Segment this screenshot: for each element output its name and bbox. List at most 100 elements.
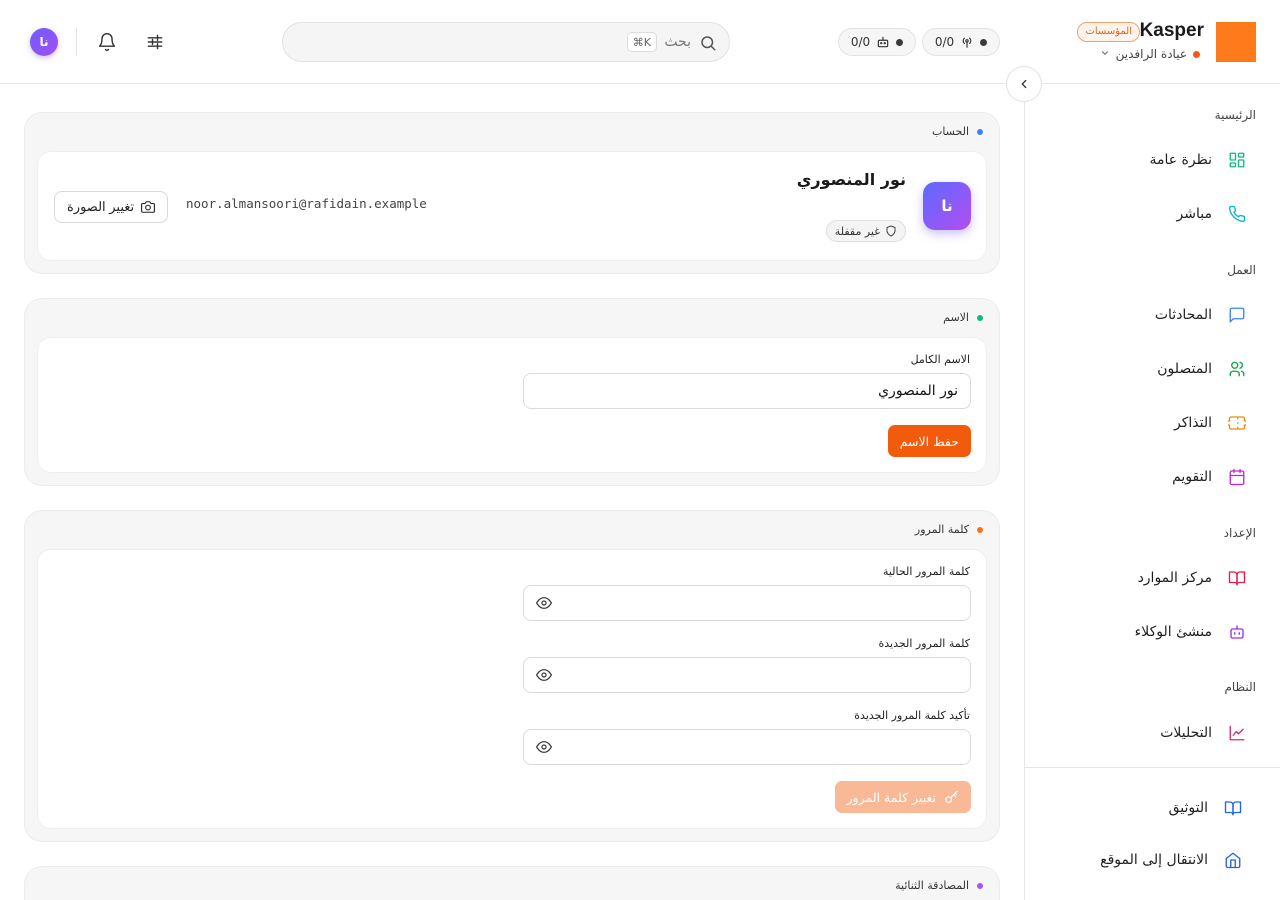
top-bar: نا بحث ⌘K 0/0 0/0 Kasper المؤسسات عيادة … [0, 0, 1280, 84]
key-icon [945, 790, 958, 803]
search-placeholder: بحث [664, 34, 691, 50]
sidebar-item-live[interactable]: مباشر [1024, 194, 1280, 234]
eye-icon[interactable] [536, 739, 552, 755]
brand-logo[interactable] [1216, 22, 1256, 62]
name-card: الاسم الاسم الكامل حفظ الاسم [24, 298, 1000, 486]
tier-badge: المؤسسات [1077, 22, 1140, 42]
robot-icon [877, 36, 889, 48]
users-icon [1229, 361, 1245, 377]
broadcast-counter[interactable]: 0/0 [922, 28, 1000, 56]
section-label-home: الرئيسية [1214, 108, 1256, 122]
sidebar-item-agent-builder[interactable]: منشئ الوكلاء [1024, 612, 1280, 652]
full-name-field[interactable] [523, 373, 971, 409]
password-card: كلمة المرور كلمة المرور الحالية كلمة الم… [24, 510, 1000, 842]
two-factor-card: المصادقة الثنائية [24, 866, 1000, 900]
search-shortcut: ⌘K [626, 32, 657, 52]
section-label-setup: الإعداد [1223, 526, 1256, 540]
change-password-button[interactable]: تغيير كلمة المرور [834, 781, 971, 813]
eye-icon[interactable] [536, 595, 552, 611]
status-dot [896, 38, 904, 46]
sidebar-item-resources[interactable]: مركز الموارد [1024, 558, 1280, 598]
section-label-system: النظام [1224, 680, 1256, 694]
profile-avatar-initials: نا [941, 197, 953, 215]
docs-icon [1224, 801, 1242, 816]
current-password-label: كلمة المرور الحالية [882, 565, 970, 578]
account-dot [977, 128, 983, 135]
sidebar-item-label: المتصلون [1157, 361, 1212, 377]
home-icon [1225, 852, 1241, 869]
name-title: الاسم [943, 311, 969, 324]
chevron-left-icon [1021, 79, 1027, 89]
collapse-sidebar-button[interactable] [1006, 66, 1042, 102]
sidebar-item-label: التوثيق [1168, 800, 1208, 816]
sidebar-item-label: التذاكر [1173, 415, 1212, 431]
password-panel: كلمة المرور الحالية كلمة المرور الجديدة … [37, 549, 987, 829]
bell-icon[interactable] [95, 30, 119, 54]
sidebar: الرئيسية نظرة عامة مباشر العمل المحادثات… [1024, 84, 1280, 900]
sidebar-item-label: الانتقال إلى الموقع [1100, 852, 1208, 868]
save-name-button[interactable]: حفظ الاسم [887, 425, 971, 457]
account-panel: نا نور المنصوري غير مقفلة noor.almansoor… [37, 151, 987, 261]
confirm-password-label: تأكيد كلمة المرور الجديدة [854, 709, 970, 722]
sidebar-item-conversations[interactable]: المحادثات [1024, 295, 1280, 335]
change-photo-button[interactable]: تغيير الصورة [54, 191, 169, 223]
sidebar-item-overview[interactable]: نظرة عامة [1024, 140, 1280, 180]
chevron-down-icon [1100, 48, 1110, 61]
two-factor-card-header: المصادقة الثنائية [895, 879, 983, 892]
sidebar-item-calendar[interactable]: التقويم [1024, 457, 1280, 497]
two-factor-title: المصادقة الثنائية [895, 879, 969, 892]
password-title: كلمة المرور [914, 523, 969, 536]
camera-icon [141, 201, 156, 213]
sidebar-item-label: المحادثات [1154, 307, 1212, 323]
new-password-label: كلمة المرور الجديدة [878, 637, 970, 650]
sidebar-item-go-to-site[interactable]: الانتقال إلى الموقع [1024, 840, 1280, 880]
brand-name: Kasper [1139, 20, 1204, 41]
chat-icon [1229, 307, 1245, 323]
user-avatar[interactable]: نا [30, 28, 58, 56]
status-badge-label: غير مقفلة [834, 224, 880, 238]
grid-icon [1229, 152, 1245, 168]
name-panel: الاسم الكامل حفظ الاسم [37, 337, 987, 473]
org-status-dot [1193, 50, 1200, 58]
ticket-icon [1228, 416, 1246, 430]
sliders-icon[interactable] [143, 30, 167, 54]
current-password-field[interactable] [523, 585, 971, 621]
name-dot [977, 314, 983, 321]
chart-icon [1229, 725, 1245, 741]
sidebar-item-label: مركز الموارد [1137, 570, 1212, 586]
bot-counter[interactable]: 0/0 [838, 28, 916, 56]
password-card-header: كلمة المرور [915, 523, 983, 536]
sidebar-item-label: التقويم [1172, 469, 1212, 485]
broadcast-counter-value: 0/0 [934, 35, 955, 49]
new-password-field[interactable] [523, 657, 971, 693]
organization-name: عيادة الرافدين [1115, 47, 1187, 61]
confirm-password-field[interactable] [523, 729, 971, 765]
status-dot [980, 38, 988, 46]
profile-email: noor.almansoori@rafidain.example [186, 196, 427, 211]
change-password-label: تغيير كلمة المرور [846, 789, 936, 805]
phone-icon [1228, 205, 1246, 223]
shield-icon [886, 225, 896, 237]
sidebar-item-tickets[interactable]: التذاكر [1024, 403, 1280, 443]
sidebar-item-label: التحليلات [1160, 725, 1212, 741]
sidebar-item-callers[interactable]: المتصلون [1024, 349, 1280, 389]
calendar-icon [1229, 468, 1245, 486]
status-badge: غير مقفلة [825, 220, 906, 242]
search-icon [701, 36, 716, 51]
user-avatar-initials: نا [39, 35, 49, 49]
sidebar-item-analytics[interactable]: التحليلات [1024, 713, 1280, 753]
profile-name: نور المنصوري [796, 170, 906, 189]
header-divider [76, 28, 77, 56]
organization-switcher[interactable]: عيادة الرافدين [1100, 46, 1200, 62]
account-card-header: الحساب [932, 125, 983, 138]
two-factor-dot [977, 882, 983, 889]
change-photo-label: تغيير الصورة [67, 199, 135, 214]
search-input[interactable]: بحث ⌘K [282, 22, 730, 62]
eye-icon[interactable] [536, 667, 552, 683]
sidebar-item-label: نظرة عامة [1149, 152, 1212, 168]
sidebar-item-documentation[interactable]: التوثيق [1024, 788, 1280, 828]
name-card-header: الاسم [943, 311, 983, 324]
sidebar-item-label: مباشر [1176, 206, 1212, 222]
full-name-label: الاسم الكامل [910, 353, 970, 366]
profile-avatar[interactable]: نا [923, 182, 971, 230]
